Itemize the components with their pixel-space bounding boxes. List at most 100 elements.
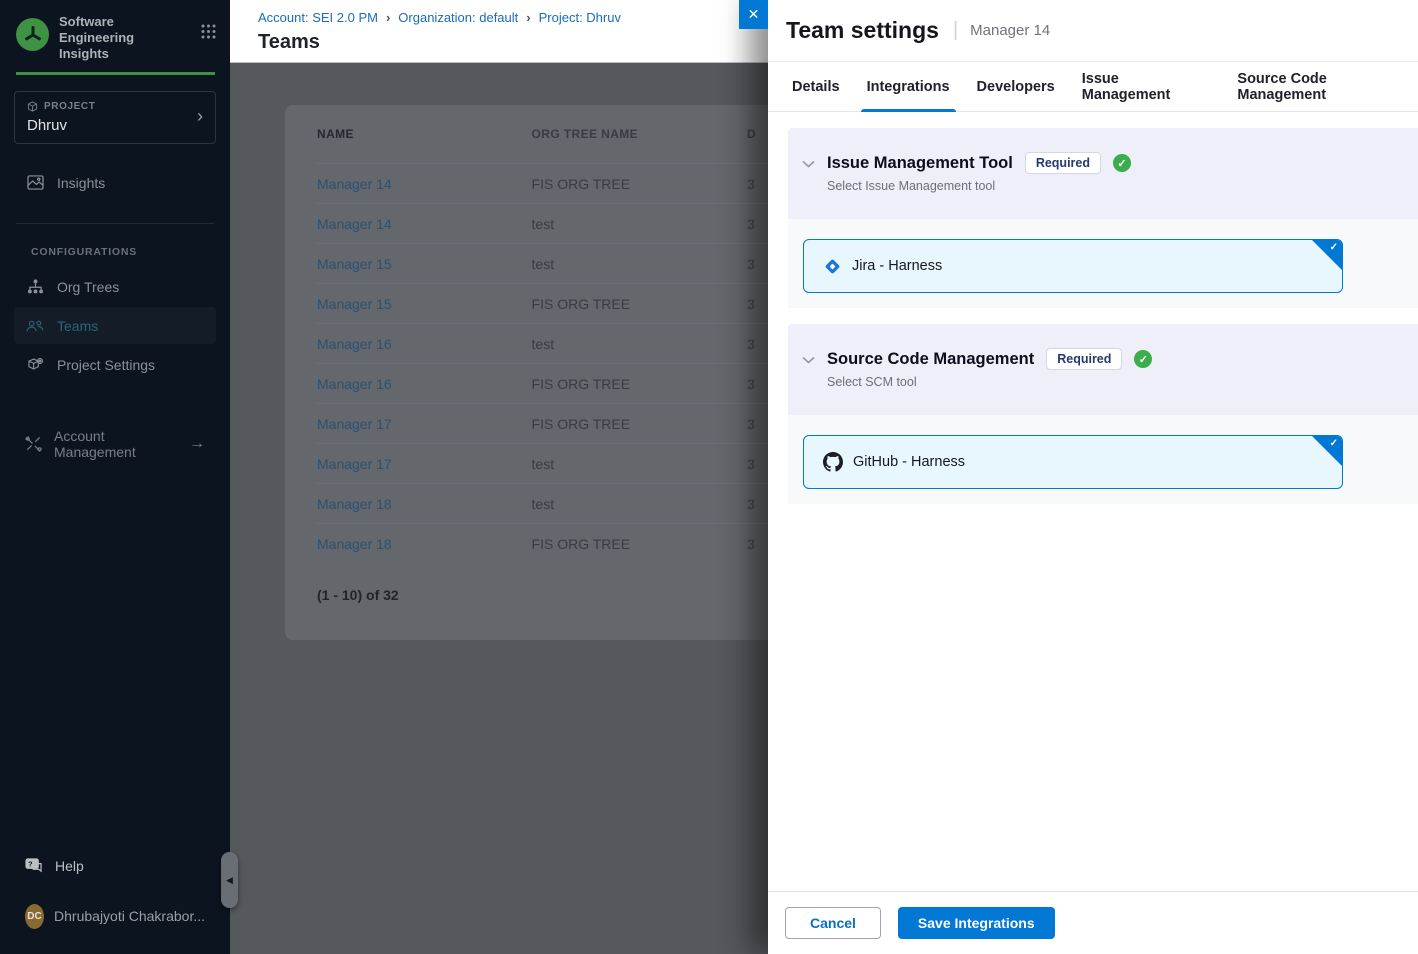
- org-tree-cell: test: [532, 496, 748, 512]
- team-link[interactable]: Manager 15: [317, 256, 392, 272]
- sidebar-item-org-trees[interactable]: Org Trees: [14, 268, 216, 305]
- breadcrumb-account[interactable]: Account: SEI 2.0 PM: [258, 10, 378, 25]
- brand-title: Software Engineering Insights: [59, 14, 169, 62]
- table-row: Manager 17 test3: [317, 443, 768, 483]
- org-tree-cell: FIS ORG TREE: [532, 176, 748, 192]
- tab-integrations[interactable]: Integrations: [867, 62, 950, 112]
- table-row: Manager 14 FIS ORG TREE3: [317, 163, 768, 203]
- count-cell: 3: [747, 176, 768, 192]
- check-icon: ✓: [1330, 438, 1338, 449]
- tool-label: Jira - Harness: [852, 258, 942, 274]
- drawer-footer: Cancel Save Integrations: [768, 891, 1418, 954]
- github-harness-card[interactable]: GitHub - Harness ✓: [803, 435, 1343, 489]
- count-cell: 3: [747, 376, 768, 392]
- org-tree-cell: FIS ORG TREE: [532, 376, 748, 392]
- drawer-body: Issue Management Tool Required ✓ Select …: [768, 128, 1418, 504]
- org-tree-cell: test: [532, 456, 748, 472]
- org-tree-cell: test: [532, 256, 748, 272]
- jira-harness-card[interactable]: Jira - Harness ✓: [803, 239, 1343, 293]
- user-name: Dhrubajyoti Chakrabor...: [54, 908, 205, 924]
- org-tree-icon: [25, 279, 45, 294]
- sidebar-item-label: Insights: [57, 175, 105, 191]
- drawer-subtitle: Manager 14: [970, 22, 1050, 39]
- project-label: PROJECT: [44, 101, 95, 112]
- sidebar-item-label: Account Management: [54, 428, 175, 460]
- sidebar-item-label: Project Settings: [57, 357, 155, 373]
- insights-icon: [25, 175, 45, 190]
- project-name: Dhruv: [27, 117, 203, 134]
- breadcrumb-organization[interactable]: Organization: default: [398, 10, 518, 25]
- configurations-label: CONFIGURATIONS: [31, 246, 230, 258]
- chevron-down-icon[interactable]: [802, 160, 815, 219]
- check-circle-icon: ✓: [1134, 350, 1152, 368]
- sidebar-item-insights[interactable]: Insights: [14, 164, 216, 201]
- page-title: Teams: [258, 31, 768, 54]
- sidebar-item-teams[interactable]: Teams: [14, 307, 216, 344]
- section-title: Issue Management Tool: [827, 154, 1013, 173]
- issue-management-section: Issue Management Tool Required ✓ Select …: [788, 128, 1418, 308]
- user-menu[interactable]: DC Dhrubajyoti Chakrabor...: [14, 896, 216, 936]
- sidebar-item-label: Org Trees: [57, 279, 119, 295]
- harness-sei-logo-icon: [16, 18, 49, 51]
- chevron-right-icon: ›: [526, 10, 530, 25]
- org-tree-cell: FIS ORG TREE: [532, 416, 748, 432]
- team-link[interactable]: Manager 17: [317, 456, 392, 472]
- sidebar-collapse-handle[interactable]: ◀: [221, 852, 238, 908]
- sidebar-item-label: Help: [55, 858, 84, 874]
- arrow-right-icon: →: [189, 435, 205, 453]
- sidebar-item-help[interactable]: ? Help: [14, 847, 216, 884]
- chevron-right-icon: ›: [197, 106, 203, 127]
- team-link[interactable]: Manager 16: [317, 336, 392, 352]
- count-cell: 3: [747, 456, 768, 472]
- column-header-clipped: D: [747, 127, 768, 141]
- team-link[interactable]: Manager 14: [317, 216, 392, 232]
- team-link[interactable]: Manager 16: [317, 376, 392, 392]
- table-row: Manager 16test3: [317, 323, 768, 363]
- section-cards: GitHub - Harness ✓: [788, 415, 1418, 504]
- save-integrations-button[interactable]: Save Integrations: [898, 907, 1055, 939]
- org-tree-cell: test: [532, 216, 748, 232]
- column-header-name: NAME: [317, 127, 532, 141]
- close-icon[interactable]: ✕: [739, 0, 768, 29]
- section-cards: Jira - Harness ✓: [788, 219, 1418, 308]
- table-row: Manager 18FIS ORG TREE3: [317, 523, 768, 563]
- team-settings-drawer: ✕ Team settings | Manager 14 Details Int…: [768, 0, 1418, 954]
- chevron-right-icon: ›: [386, 10, 390, 25]
- team-link[interactable]: Manager 18: [317, 496, 392, 512]
- table-row: Manager 18test3: [317, 483, 768, 523]
- chevron-down-icon[interactable]: [802, 356, 815, 415]
- team-link[interactable]: Manager 14: [317, 176, 392, 192]
- tab-developers[interactable]: Developers: [977, 62, 1055, 112]
- svg-text:?: ?: [28, 859, 33, 868]
- cancel-button[interactable]: Cancel: [785, 907, 881, 939]
- count-cell: 3: [747, 536, 768, 552]
- table-row: Manager 15 test3: [317, 243, 768, 283]
- count-cell: 3: [747, 256, 768, 272]
- breadcrumb-project[interactable]: Project: Dhruv: [539, 10, 621, 25]
- count-cell: 3: [747, 296, 768, 312]
- sidebar-item-project-settings[interactable]: Project Settings: [14, 346, 216, 383]
- team-link[interactable]: Manager 18: [317, 536, 392, 552]
- section-header: Issue Management Tool Required ✓ Select …: [788, 128, 1418, 219]
- sidebar-bottom: ? Help DC Dhrubajyoti Chakrabor...: [0, 847, 230, 954]
- help-chat-icon: ?: [25, 858, 43, 873]
- project-selector[interactable]: PROJECT Dhruv ›: [14, 91, 216, 144]
- section-subtitle: Select SCM tool: [827, 375, 1152, 389]
- tab-issue-management[interactable]: Issue Management: [1082, 62, 1211, 112]
- tab-details[interactable]: Details: [792, 62, 840, 112]
- table-row: Manager 17 FIS ORG TREE3: [317, 403, 768, 443]
- tab-source-code-management[interactable]: Source Code Management: [1237, 62, 1418, 112]
- count-cell: 3: [747, 416, 768, 432]
- app-screen: Software Engineering Insights PROJECT Dh…: [0, 0, 1418, 954]
- tool-label: GitHub - Harness: [853, 454, 965, 470]
- github-icon: [823, 452, 843, 472]
- team-link[interactable]: Manager 17: [317, 416, 392, 432]
- team-link[interactable]: Manager 15: [317, 296, 392, 312]
- source-code-management-section: Source Code Management Required ✓ Select…: [788, 324, 1418, 504]
- org-tree-cell: test: [532, 336, 748, 352]
- column-header-org-tree: ORG TREE NAME: [532, 127, 748, 141]
- sidebar-item-label: Teams: [57, 318, 98, 334]
- jira-icon: [823, 257, 842, 276]
- apps-grid-icon[interactable]: [201, 24, 216, 39]
- sidebar-item-account-management[interactable]: Account Management →: [14, 425, 216, 462]
